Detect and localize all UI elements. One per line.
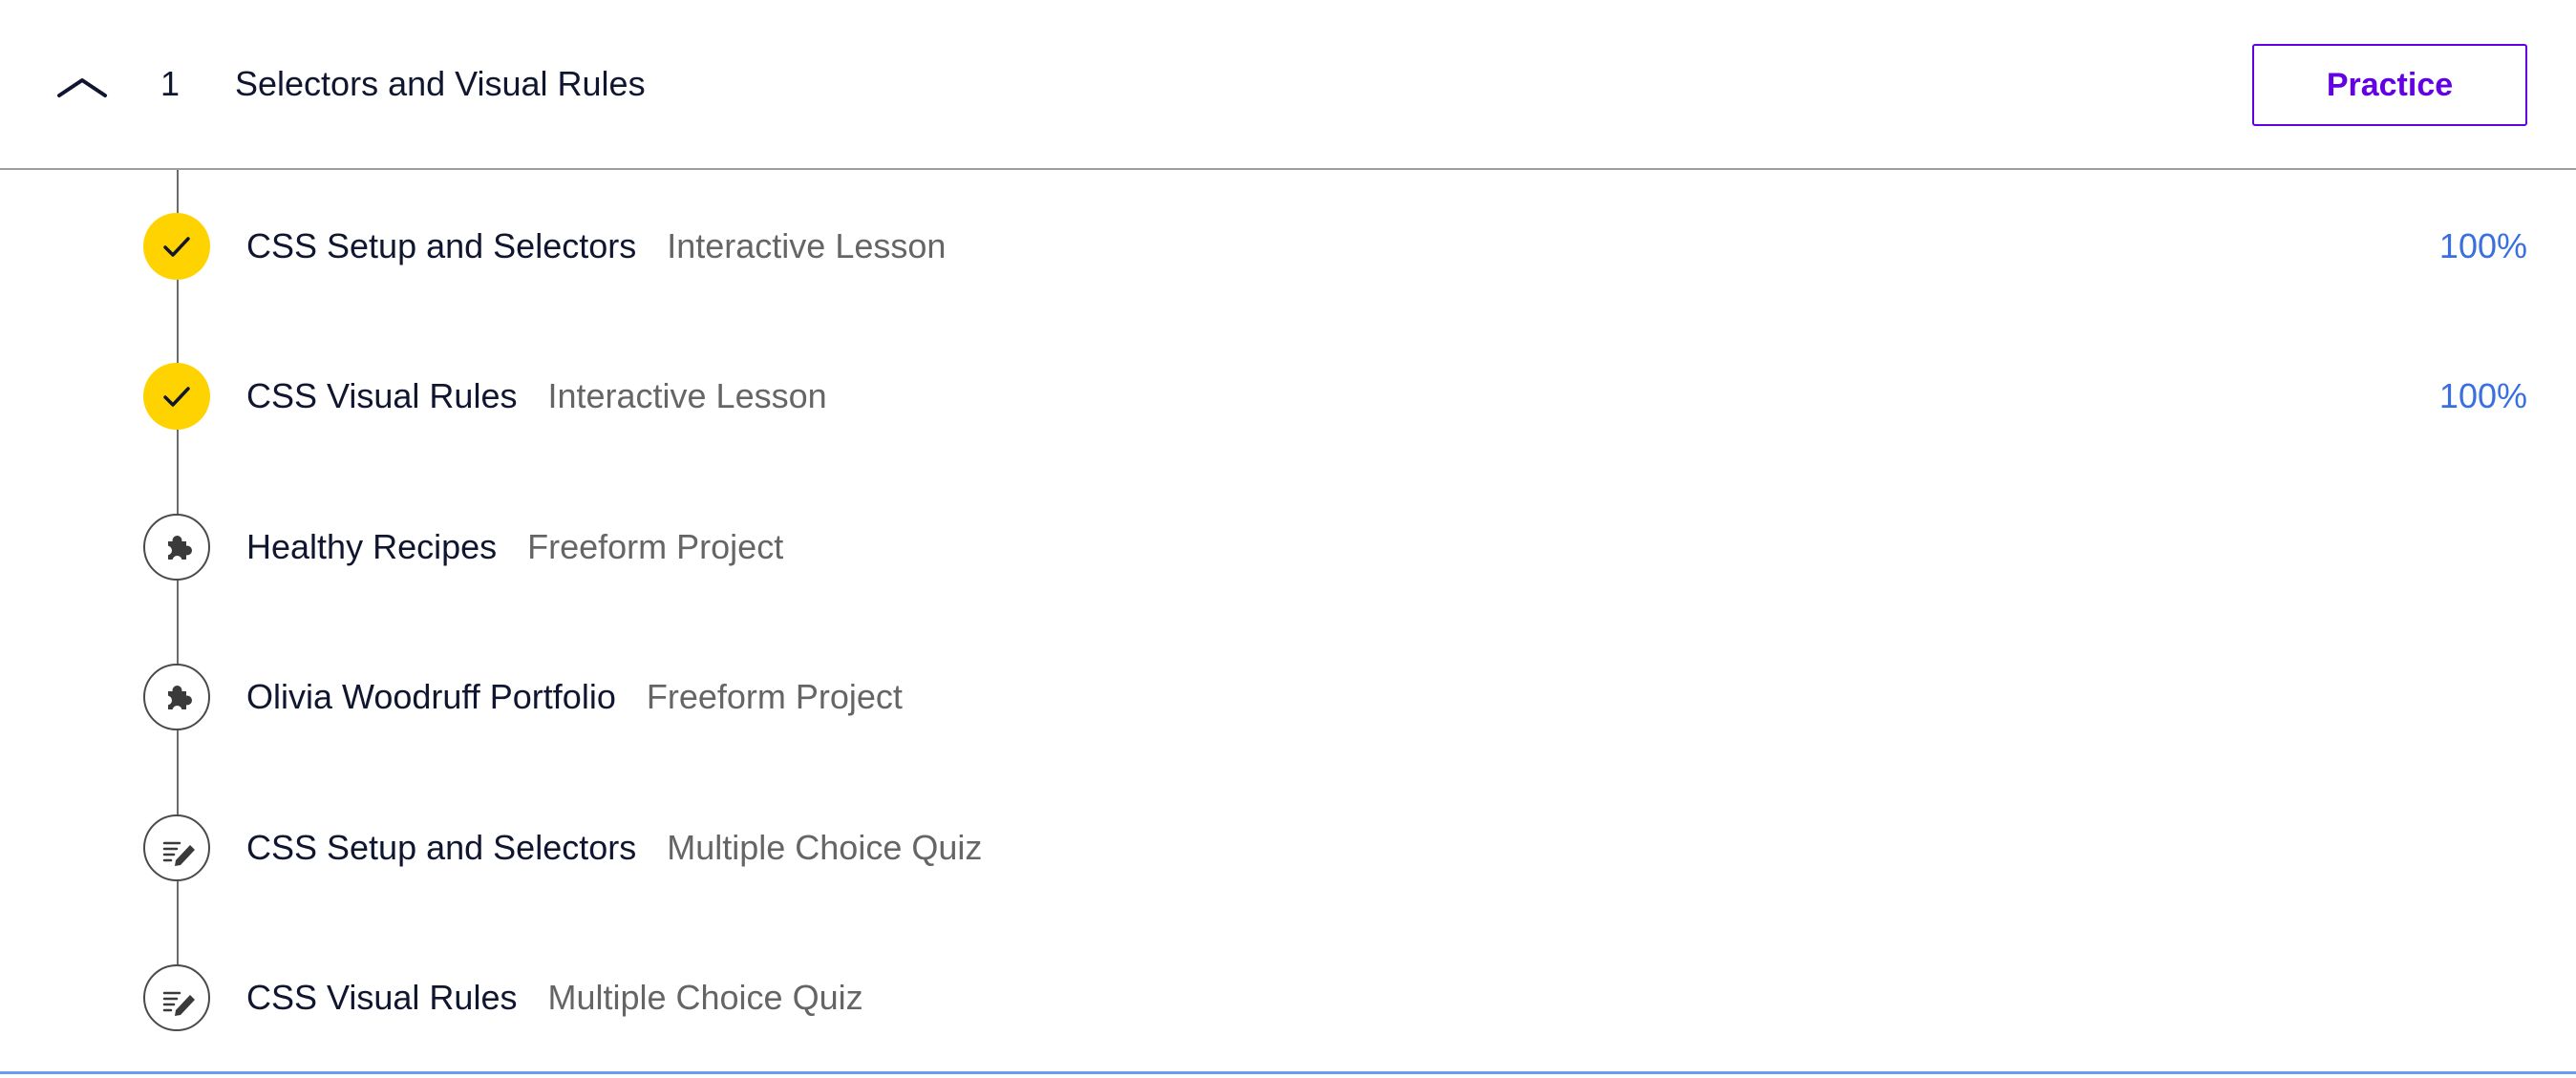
puzzle-piece-icon [143,514,210,581]
list-item[interactable]: CSS Visual Rules Interactive Lesson 100% [0,349,2576,444]
list-item[interactable]: Healthy Recipes Freeform Project [0,499,2576,595]
puzzle-piece-icon [143,664,210,730]
syllabus-page: 1 Selectors and Visual Rules Practice CS… [0,0,2576,1078]
lesson-title: CSS Setup and Selectors Interactive Lesso… [246,223,946,269]
lesson-name: CSS Setup and Selectors [246,828,637,867]
lesson-name: Olivia Woodruff Portfolio [246,677,616,716]
lesson-name: Healthy Recipes [246,527,498,566]
list-item[interactable]: CSS Setup and Selectors Interactive Lesso… [0,199,2576,294]
lesson-title: CSS Visual Rules Multiple Choice Quiz [246,975,863,1021]
lesson-title: CSS Visual Rules Interactive Lesson [246,373,827,419]
lesson-title: CSS Setup and Selectors Multiple Choice Q… [246,825,982,871]
progress-percent: 100% [2438,376,2527,415]
quiz-pencil-icon [143,814,210,881]
lesson-type: Freeform Project [527,527,784,566]
lesson-type: Interactive Lesson [667,226,947,265]
practice-button[interactable]: Practice [2252,44,2527,126]
lesson-type: Freeform Project [646,677,903,716]
chevron-up-icon[interactable] [53,59,111,111]
checkmark-icon [143,363,210,430]
lesson-name: CSS Visual Rules [246,978,518,1017]
progress-percent: 100% [2438,226,2527,265]
lesson-type: Interactive Lesson [547,376,827,415]
module-header: 1 Selectors and Visual Rules Practice [0,0,2576,170]
lesson-type: Multiple Choice Quiz [667,828,983,867]
quiz-pencil-icon [143,964,210,1031]
list-item[interactable]: CSS Setup and Selectors Multiple Choice Q… [0,800,2576,896]
module-number: 1 [160,64,181,103]
lesson-title: Olivia Woodruff Portfolio Freeform Projec… [246,674,903,720]
lesson-name: CSS Setup and Selectors [246,226,637,265]
lesson-type: Multiple Choice Quiz [547,978,863,1017]
list-item[interactable]: CSS Visual Rules Multiple Choice Quiz [0,950,2576,1046]
list-item[interactable]: Olivia Woodruff Portfolio Freeform Projec… [0,649,2576,745]
section-divider [0,1071,2576,1074]
lesson-name: CSS Visual Rules [246,376,518,415]
checkmark-icon [143,213,210,280]
lesson-title: Healthy Recipes Freeform Project [246,524,783,570]
module-title: Selectors and Visual Rules [235,64,646,103]
